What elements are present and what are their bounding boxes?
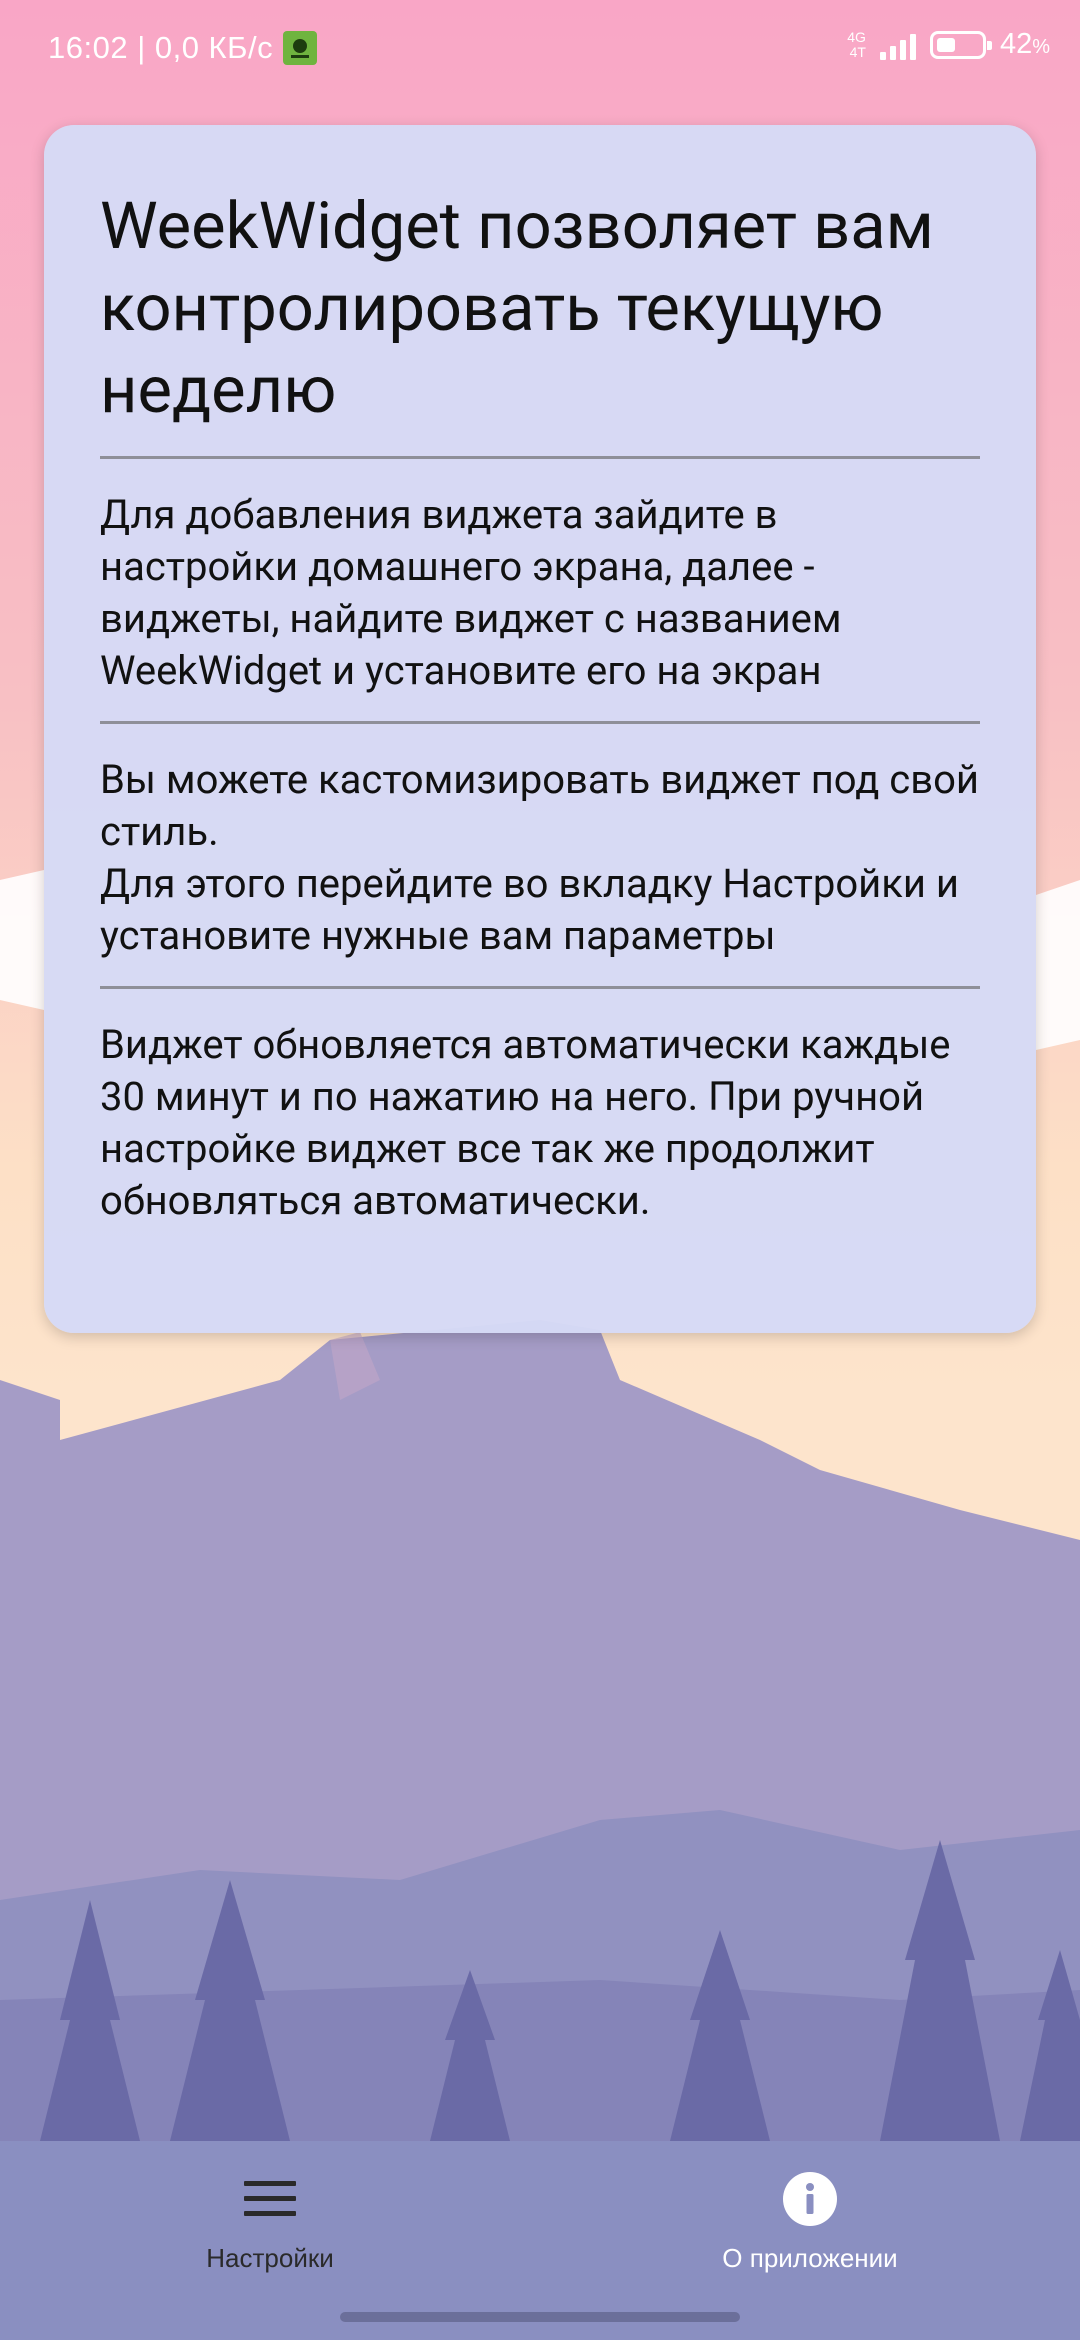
- status-bar: 16:02 | 0,0 КБ/с 4G 4T 42%: [0, 0, 1080, 100]
- info-icon: [782, 2171, 838, 2227]
- network-type: 4G 4T: [847, 28, 866, 60]
- menu-icon: [242, 2171, 298, 2227]
- info-card: WeekWidget позволяет вам контролировать …: [44, 125, 1036, 1333]
- card-section-auto-update: Виджет обновляется автоматически каждые …: [100, 1021, 951, 1224]
- home-indicator[interactable]: [340, 2312, 740, 2322]
- card-title: WeekWidget позволяет вам контролировать …: [100, 188, 934, 428]
- status-left: 16:02 | 0,0 КБ/с: [48, 30, 318, 66]
- app-notification-icon: [283, 31, 318, 65]
- nav-item-about[interactable]: О приложении: [660, 2171, 960, 2274]
- battery-icon: [929, 30, 992, 59]
- status-right: 4G 4T 42%: [847, 28, 1050, 61]
- nav-item-settings[interactable]: Настройки: [120, 2171, 420, 2274]
- card-section-add-widget: Для добавления виджета зайдите в настрой…: [100, 491, 842, 694]
- nav-label-settings: Настройки: [206, 2243, 334, 2273]
- nav-label-about: О приложении: [722, 2243, 898, 2273]
- card-section-customize: Вы можете кастомизировать виджет под сво…: [100, 756, 979, 959]
- battery-percent: 42%: [999, 28, 1050, 60]
- bottom-navigation: Настройки О приложении: [0, 2141, 1080, 2340]
- time-and-speed: 16:02 | 0,0 КБ/с: [48, 30, 274, 65]
- signal-icon: [879, 30, 916, 60]
